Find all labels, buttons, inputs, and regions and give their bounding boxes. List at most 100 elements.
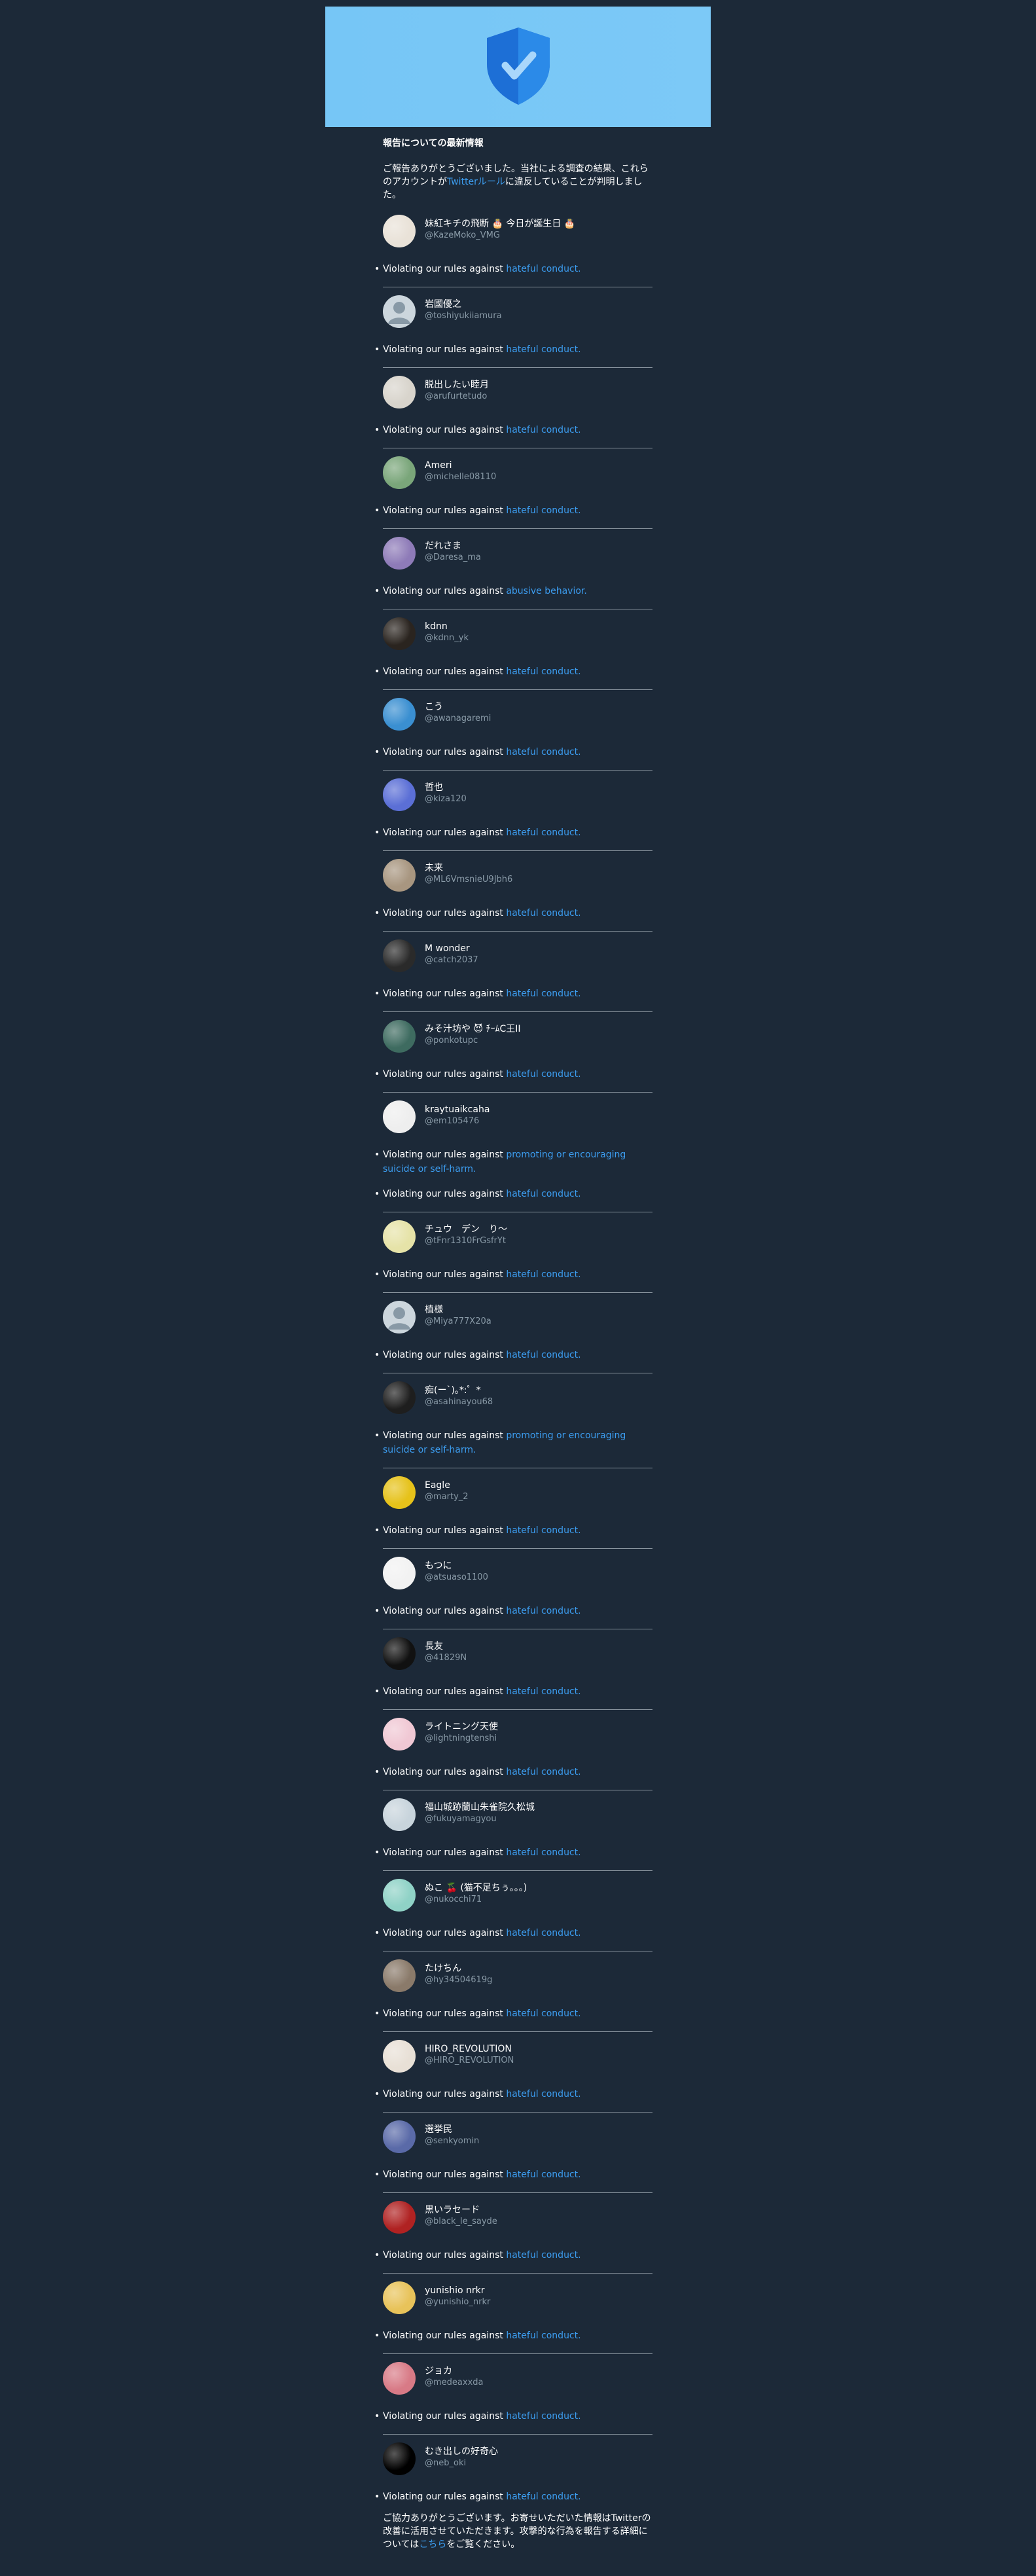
bullet-icon: • [374,586,380,596]
violation-item: • Violating our rules against hateful con… [374,2329,652,2343]
bullet-icon: • [374,989,380,999]
bullet-icon: • [374,1767,380,1777]
violation-item: • Violating our rules against hateful con… [374,1187,652,1201]
violation-policy-link[interactable]: hateful conduct. [506,989,581,999]
reported-account: 福山城跡蘭山朱雀院久松城 @fukuyamagyou [383,1790,652,1835]
bullet-icon: • [374,1150,380,1160]
learn-more-link[interactable]: こちら [419,2539,446,2550]
violation-prefix: Violating our rules against [383,908,507,918]
report-entry: 福山城跡蘭山朱雀院久松城 @fukuyamagyou • Violating our … [374,1790,652,1871]
violation-prefix: Violating our rules against [383,264,507,274]
violation-policy-link[interactable]: hateful conduct. [506,1189,581,1199]
bullet-icon: • [374,2411,380,2422]
violation-prefix: Violating our rules against [383,344,507,355]
violation-policy-link[interactable]: hateful conduct. [506,666,581,677]
intro-text: ご報告ありがとうございました。当社による調査の結果、これらのアカウントがTwit… [383,162,652,202]
violation-prefix: Violating our rules against [383,747,507,757]
violation-policy-link[interactable]: hateful conduct. [506,2411,581,2422]
violation-policy-link[interactable]: hateful conduct. [506,2331,581,2341]
account-name: 選挙民 [425,2124,452,2135]
twitter-rules-link[interactable]: Twitterルール [447,177,505,187]
bullet-icon: • [374,747,380,757]
violation-policy-link[interactable]: hateful conduct. [506,2250,581,2260]
account-handle: @catch2037 [425,955,478,965]
violation-policy-link[interactable]: hateful conduct. [506,1928,581,1938]
account-name: ジョカ [425,2366,452,2376]
violation-prefix: Violating our rules against [383,1767,507,1777]
violation-policy-link[interactable]: hateful conduct. [506,1350,581,1360]
account-name: みそ汁坊や 😈 ﾁｰﾑC王II [425,1024,521,1034]
violation-policy-link[interactable]: hateful conduct. [506,1525,581,1536]
violation-prefix: Violating our rules against [383,1525,507,1536]
avatar [383,2120,416,2153]
bullet-icon: • [374,1847,380,1858]
violation-prefix: Violating our rules against [383,1189,507,1199]
violation-policy-link[interactable]: abusive behavior. [506,586,586,596]
violation-item: • Violating our rules against hateful con… [374,1523,652,1538]
violation-item: • Violating our rules against hateful con… [374,423,652,437]
avatar [383,2201,416,2234]
reported-account: 脱出したい睦月 @arufurtetudo [383,368,652,412]
avatar [383,1220,416,1253]
reported-account: だれさま @Daresa_ma [383,529,652,573]
reported-account: たけちん @hy34504619g [383,1951,652,1996]
violation-policy-link[interactable]: hateful conduct. [506,908,581,918]
violation-prefix: Violating our rules against [383,1430,507,1441]
violation-policy-link[interactable]: hateful conduct. [506,1686,581,1697]
violation-item: • Violating our rules against hateful con… [374,987,652,1001]
account-handle: @atsuaso1100 [425,1572,488,1582]
violation-item: • Violating our rules against hateful con… [374,1765,652,1779]
account-handle: @neb_oki [425,2458,467,2468]
reported-account: Eagle @marty_2 [383,1468,652,1513]
avatar [383,376,416,408]
violation-item: • Violating our rules against abusive beh… [374,584,652,598]
account-name: 岩國優之 [425,299,461,310]
violation-prefix: Violating our rules against [383,1269,507,1280]
violation-policy-link[interactable]: hateful conduct. [506,505,581,516]
violation-policy-link[interactable]: hateful conduct. [506,264,581,274]
report-entry: 妹紅キチの飛断 🎂 今日が誕生日 🎂 @KazeMoko_VMG • Violatin… [374,207,652,287]
reported-account: みそ汁坊や 😈 ﾁｰﾑC王II @ponkotupc [383,1012,652,1057]
bullet-icon: • [374,1269,380,1280]
account-handle: @kdnn_yk [425,633,469,643]
avatar [383,617,416,650]
violation-item: • Violating our rules against hateful con… [374,2409,652,2423]
violation-policy-link[interactable]: hateful conduct. [506,1606,581,1616]
violation-policy-link[interactable]: hateful conduct. [506,425,581,435]
bullet-icon: • [374,1189,380,1199]
footer-text: ご協力ありがとうございます。お寄せいただいた情報はTwitterの改善に活用させ… [383,2512,652,2551]
reported-account: こう @awanagaremi [383,690,652,735]
violation-policy-link[interactable]: hateful conduct. [506,2169,581,2180]
violation-policy-link[interactable]: hateful conduct. [506,1269,581,1280]
violation-policy-link[interactable]: hateful conduct. [506,747,581,757]
violation-policy-link[interactable]: hateful conduct. [506,1069,581,1079]
report-entry: HIRO_REVOLUTION @HIRO_REVOLUTION • Violatin… [374,2032,652,2113]
avatar [383,537,416,570]
violation-policy-link[interactable]: hateful conduct. [506,827,581,838]
violation-policy-link[interactable]: hateful conduct. [506,2008,581,2019]
bullet-icon: • [374,505,380,516]
violation-prefix: Violating our rules against [383,2089,507,2099]
account-handle: @black_le_sayde [425,2217,497,2226]
violation-item: • Violating our rules against hateful con… [374,2006,652,2021]
violation-policy-link[interactable]: hateful conduct. [506,1767,581,1777]
violation-policy-link[interactable]: hateful conduct. [506,2089,581,2099]
bullet-icon: • [374,2250,380,2260]
account-handle: @Miya777X20a [425,1316,491,1326]
violation-policy-link[interactable]: hateful conduct. [506,2492,581,2502]
account-name: 痴(ー`)｡*:゜* [425,1385,481,1396]
report-entry: こう @awanagaremi • Violating our rules again… [374,690,652,771]
account-name: 妹紅キチの飛断 🎂 今日が誕生日 🎂 [425,219,576,229]
violation-item: • Violating our rules against hateful con… [374,745,652,759]
report-entry: むき出しの好奇心 @neb_oki • Violating our rules aga… [374,2435,652,2504]
account-handle: @KazeMoko_VMG [425,230,500,240]
violation-item: • Violating our rules against hateful con… [374,2490,652,2504]
avatar [383,939,416,972]
violation-policy-link[interactable]: hateful conduct. [506,344,581,355]
violation-item: • Violating our rules against hateful con… [374,503,652,518]
account-handle: @ML6VmsnieU9Jbh6 [425,875,513,884]
report-entry: みそ汁坊や 😈 ﾁｰﾑC王II @ponkotupc • Violating our … [374,1012,652,1093]
reported-account: もつに @atsuaso1100 [383,1549,652,1593]
violation-policy-link[interactable]: hateful conduct. [506,1847,581,1858]
violation-item: • Violating our rules against hateful con… [374,906,652,920]
